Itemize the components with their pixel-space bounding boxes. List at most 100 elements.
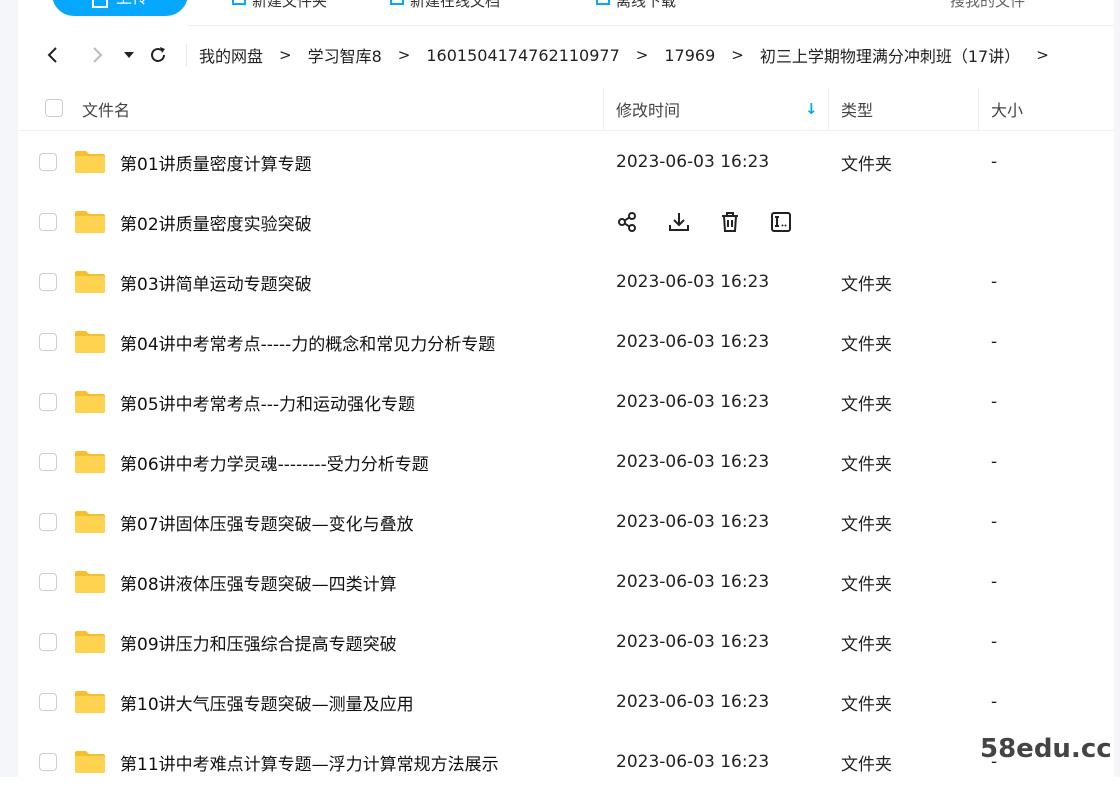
row-checkbox[interactable] [39,153,57,171]
right-scroll-edge[interactable] [1114,0,1120,777]
file-size: - [991,392,998,412]
breadcrumb-item[interactable]: 17969 [664,46,715,65]
breadcrumb-separator: > [397,46,411,64]
column-divider[interactable] [978,88,979,130]
table-row[interactable]: 第07讲固体压强专题突破—变化与叠放 2023-06-03 16:23 文件夹 … [18,492,1114,552]
breadcrumb-item[interactable]: 学习智库8 [308,43,382,67]
delete-icon [722,212,738,232]
folder-icon [75,631,105,653]
table-header: 文件名 修改时间 ↓ 类型 大小 [18,88,1114,131]
file-name[interactable]: 第06讲中考力学灵魂--------受力分析专题 [120,432,429,492]
column-divider[interactable] [828,88,829,130]
file-size: - [991,632,998,652]
breadcrumb-item[interactable]: 1601504174762110977 [426,46,619,65]
table-row[interactable]: 第03讲简单运动专题突破 2023-06-03 16:23 文件夹 - [18,252,1114,312]
file-modified-time: 2023-06-03 16:23 [616,512,770,532]
upload-icon [91,0,108,8]
new-doc-button[interactable]: 新建在线文档 [390,0,500,10]
history-dropdown[interactable] [120,41,138,69]
header-time[interactable]: 修改时间 [616,88,680,130]
select-all-checkbox[interactable] [45,99,63,117]
sort-arrow-icon[interactable]: ↓ [805,88,818,130]
table-row[interactable]: 第05讲中考常考点---力和运动强化专题 2023-06-03 16:23 文件… [18,372,1114,432]
row-checkbox[interactable] [39,333,57,351]
rename-icon [771,212,791,232]
breadcrumb-separator: > [279,46,292,64]
file-size: - [991,692,998,712]
header-size[interactable]: 大小 [991,88,1023,130]
share-button[interactable] [616,210,640,234]
back-button[interactable] [38,41,66,69]
rename-button[interactable] [769,210,793,234]
file-name[interactable]: 第07讲固体压强专题突破—变化与叠放 [120,492,414,552]
offline-download-button[interactable]: 离线下载 [596,0,676,10]
folder-icon [75,151,105,173]
row-checkbox[interactable] [39,693,57,711]
breadcrumb-current[interactable]: 初三上学期物理满分冲刺班（17讲） [760,43,1020,67]
folder-icon [75,391,105,413]
download-cloud-icon [596,0,610,5]
file-type: 文件夹 [841,634,892,655]
folder-icon [75,691,105,713]
breadcrumb-item[interactable]: 我的网盘 [199,43,263,67]
file-size: - [991,512,998,532]
table-row[interactable]: 第08讲液体压强专题突破—四类计算 2023-06-03 16:23 文件夹 - [18,552,1114,612]
file-name[interactable]: 第09讲压力和压强综合提高专题突破 [120,612,397,672]
file-type: 文件夹 [841,274,892,295]
file-name[interactable]: 第08讲液体压强专题突破—四类计算 [120,552,397,612]
table-row[interactable]: 第06讲中考力学灵魂--------受力分析专题 2023-06-03 16:2… [18,432,1114,492]
file-modified-time: 2023-06-03 16:23 [616,452,770,472]
table-row[interactable]: 第02讲质量密度实验突破 [18,192,1114,252]
file-name[interactable]: 第11讲中考难点计算专题—浮力计算常规方法展示 [120,732,499,792]
file-name[interactable]: 第04讲中考常考点-----力的概念和常见力分析专题 [120,312,495,372]
delete-button[interactable] [718,210,742,234]
download-button[interactable] [667,210,691,234]
file-modified-time: 2023-06-03 16:23 [616,272,770,292]
file-size: - [991,332,998,352]
search-box[interactable]: 搜我的文件 [950,0,1025,10]
file-modified-time: 2023-06-03 16:23 [616,152,770,172]
file-modified-time: 2023-06-03 16:23 [616,692,770,712]
share-icon [618,212,636,232]
table-row[interactable]: 第01讲质量密度计算专题 2023-06-03 16:23 文件夹 - [18,132,1114,192]
header-name[interactable]: 文件名 [82,88,130,130]
upload-button[interactable]: 上传 [52,0,188,16]
file-modified-time: 2023-06-03 16:23 [616,752,770,772]
row-checkbox[interactable] [39,513,57,531]
row-checkbox[interactable] [39,213,57,231]
file-size: - [991,152,998,172]
chevron-left-icon [47,47,57,63]
column-divider[interactable] [603,88,604,130]
file-name[interactable]: 第01讲质量密度计算专题 [120,132,312,192]
file-name[interactable]: 第10讲大气压强专题突破—测量及应用 [120,672,414,732]
refresh-button[interactable] [144,41,172,69]
file-modified-time: 2023-06-03 16:23 [616,572,770,592]
table-row[interactable]: 第04讲中考常考点-----力的概念和常见力分析专题 2023-06-03 16… [18,312,1114,372]
folder-icon [75,751,105,773]
file-name[interactable]: 第05讲中考常考点---力和运动强化专题 [120,372,415,432]
file-name[interactable]: 第03讲简单运动专题突破 [120,252,312,312]
header-type[interactable]: 类型 [841,88,873,130]
row-checkbox[interactable] [39,453,57,471]
row-checkbox[interactable] [39,633,57,651]
file-name[interactable]: 第02讲质量密度实验突破 [120,192,312,252]
file-type: 文件夹 [841,154,892,175]
new-folder-button[interactable]: 新建文件夹 [232,0,327,10]
table-row[interactable]: 第11讲中考难点计算专题—浮力计算常规方法展示 2023-06-03 16:23… [18,732,1114,792]
file-modified-time: 2023-06-03 16:23 [616,632,770,652]
row-checkbox[interactable] [39,393,57,411]
table-row[interactable]: 第09讲压力和压强综合提高专题突破 2023-06-03 16:23 文件夹 - [18,612,1114,672]
file-type: 文件夹 [841,694,892,715]
forward-button[interactable] [84,41,112,69]
row-checkbox[interactable] [39,573,57,591]
breadcrumb-separator: > [1036,46,1049,64]
row-checkbox[interactable] [39,273,57,291]
table-row[interactable]: 第10讲大气压强专题突破—测量及应用 2023-06-03 16:23 文件夹 … [18,672,1114,732]
folder-icon [75,211,105,233]
file-type: 文件夹 [841,574,892,595]
row-actions [616,192,820,252]
toolbar-divider [188,25,1114,26]
file-size: - [991,272,998,292]
file-list: 第01讲质量密度计算专题 2023-06-03 16:23 文件夹 - 第02讲… [18,132,1114,792]
row-checkbox[interactable] [39,753,57,771]
